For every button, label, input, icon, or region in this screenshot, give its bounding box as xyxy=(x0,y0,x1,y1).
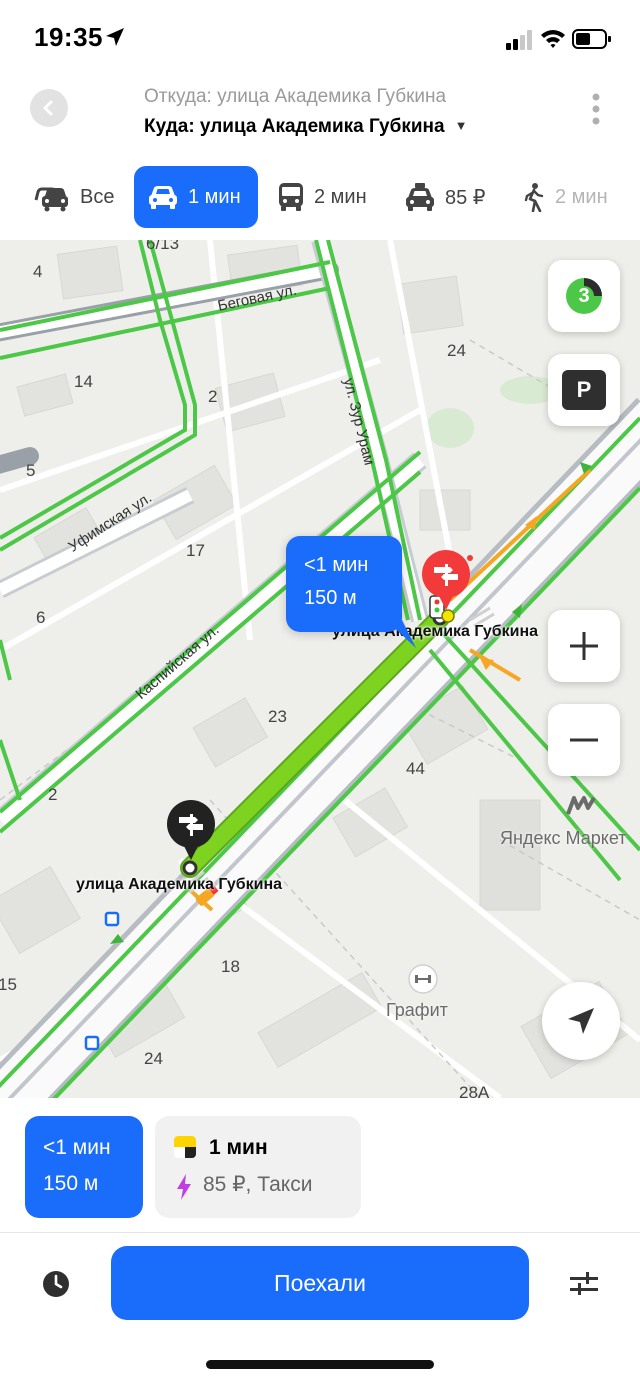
house-number: 44 xyxy=(406,759,425,778)
taxi-icon xyxy=(406,183,434,211)
yandex-market-icon xyxy=(566,796,596,815)
yandex-taxi-icon xyxy=(174,1136,196,1158)
house-number: 18 xyxy=(221,957,240,976)
house-number: 2 xyxy=(48,785,58,804)
house-number: 6/13 xyxy=(146,240,180,253)
traffic-score: 3 xyxy=(578,284,590,307)
callout-distance: 150 м xyxy=(304,587,357,609)
house-number: 17 xyxy=(186,541,205,560)
house-number: 24 xyxy=(447,341,466,360)
sliders-icon[interactable] xyxy=(568,1270,600,1298)
poi-grafit[interactable]: Графит xyxy=(386,1000,448,1021)
minus-icon xyxy=(570,738,598,742)
zoom-out-button[interactable] xyxy=(548,704,620,776)
caret-down-icon: ▼ xyxy=(454,118,468,133)
parking-icon: P xyxy=(562,370,606,410)
tab-taxi-label: 85 ₽ xyxy=(445,186,486,209)
route-to-field[interactable]: Куда: улица Академика Губкина ▼ xyxy=(144,116,467,138)
clock-icon[interactable] xyxy=(42,1270,70,1298)
map-streets xyxy=(0,240,640,1098)
route-start-label: улица Академика Губкина xyxy=(76,876,283,893)
plus-icon xyxy=(570,632,598,660)
wifi-icon xyxy=(541,30,565,48)
parking-button[interactable]: P xyxy=(548,354,620,426)
tab-bus[interactable]: 2 мин xyxy=(278,166,367,228)
route-option-selected[interactable]: <1 мин 150 м xyxy=(25,1116,143,1218)
callout-time: <1 мин xyxy=(304,554,369,576)
taxi-price: 85 ₽, Такси xyxy=(203,1173,313,1196)
house-number: 5 xyxy=(26,461,36,480)
callout-tail xyxy=(386,620,416,648)
cars-icon xyxy=(34,187,68,212)
screen: 19:35 Откуда: улица Академика Губкина Ку… xyxy=(0,0,640,1386)
back-button[interactable] xyxy=(30,89,68,127)
tab-taxi[interactable]: 85 ₽ xyxy=(405,166,486,228)
back-arrow-icon xyxy=(43,100,53,116)
zoom-in-button[interactable] xyxy=(548,610,620,682)
house-number: 28А xyxy=(459,1083,490,1098)
transport-tabs: Все 1 мин 2 мин 85 ₽ 2 мин xyxy=(0,166,640,230)
my-location-button[interactable] xyxy=(542,982,620,1060)
route-finish-pin[interactable] xyxy=(420,550,474,614)
traffic-button[interactable]: 3 xyxy=(548,260,620,332)
route-start-pin[interactable] xyxy=(165,800,217,862)
status-bar: 19:35 xyxy=(0,0,640,76)
divider xyxy=(0,1232,640,1233)
pedestrian-icon xyxy=(524,183,544,212)
route-to-label: Куда: улица Академика Губкина xyxy=(144,116,445,137)
house-number: 14 xyxy=(74,372,93,391)
tab-car-label: 1 мин xyxy=(188,185,241,208)
taxi-option[interactable]: 1 мин 85 ₽, Такси xyxy=(155,1116,361,1218)
house-number: 2 xyxy=(208,387,218,406)
route-from-field[interactable]: Откуда: улица Академика Губкина xyxy=(144,86,446,108)
location-arrow-icon xyxy=(106,28,124,46)
house-number: 6 xyxy=(36,608,46,627)
status-time: 19:35 xyxy=(34,22,103,52)
house-number: 15 xyxy=(0,975,17,994)
poi-yandex-market[interactable]: Яндекс Маркет xyxy=(500,828,626,849)
home-indicator xyxy=(206,1360,434,1369)
gym-icon xyxy=(408,964,438,994)
lightning-icon xyxy=(177,1174,191,1200)
car-icon xyxy=(149,186,177,209)
house-number: 23 xyxy=(268,707,287,726)
house-number: 4 xyxy=(33,262,43,281)
cellular-signal-icon xyxy=(506,30,532,50)
taxi-time: 1 мин xyxy=(209,1136,268,1159)
tab-all[interactable]: Все xyxy=(34,166,114,228)
more-vertical-icon[interactable] xyxy=(586,92,606,126)
tab-all-label: Все xyxy=(80,185,115,208)
tab-car[interactable]: 1 мин xyxy=(134,166,258,228)
bottom-panel: <1 мин 150 м 1 мин 85 ₽, Такси Поехали xyxy=(0,1098,640,1386)
option-time: <1 мин xyxy=(43,1136,111,1159)
tab-walk-label: 2 мин xyxy=(555,185,608,208)
tab-bus-label: 2 мин xyxy=(314,185,367,208)
option-distance: 150 м xyxy=(43,1172,99,1195)
bus-icon xyxy=(279,183,303,211)
navigation-arrow-icon xyxy=(568,1008,594,1034)
route-callout[interactable]: <1 мин 150 м xyxy=(286,536,416,648)
map-view[interactable]: 6/13 4 14 2 5 17 6 24 23 44 2 18 15 24 2… xyxy=(0,240,640,1098)
battery-icon xyxy=(572,29,611,49)
go-button[interactable]: Поехали xyxy=(111,1246,529,1320)
house-number: 24 xyxy=(144,1049,163,1068)
tab-walk[interactable]: 2 мин xyxy=(523,166,608,228)
